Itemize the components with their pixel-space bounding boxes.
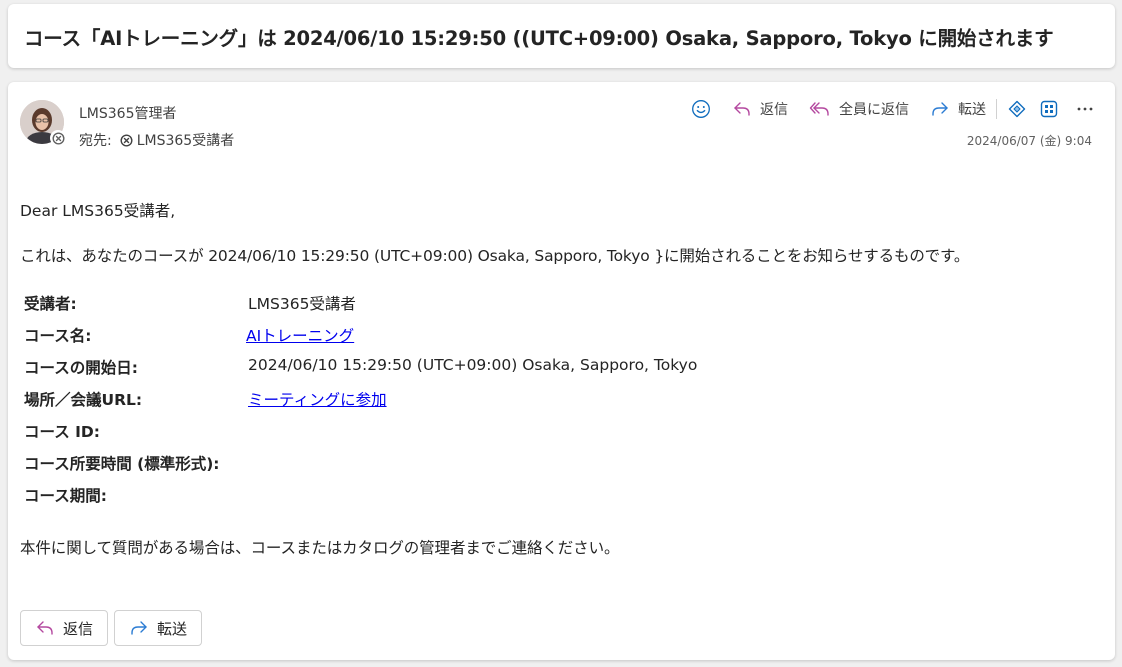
loop-icon xyxy=(1008,100,1026,118)
reply-icon xyxy=(734,102,750,116)
footer-forward-button[interactable]: 転送 xyxy=(114,610,203,646)
footer-reply-label: 返信 xyxy=(63,619,94,638)
detail-key: コース ID: xyxy=(24,423,100,441)
loop-button[interactable] xyxy=(1007,99,1027,119)
presence-offline-icon xyxy=(50,130,66,146)
intro-paragraph: これは、あなたのコースが 2024/06/10 15:29:50 (UTC+09… xyxy=(20,247,970,265)
detail-value: LMS365受講者 xyxy=(248,295,356,313)
recipient-name[interactable]: LMS365受講者 xyxy=(137,130,235,150)
apps-button[interactable] xyxy=(1039,99,1059,119)
detail-key: コース所要時間 (標準形式): xyxy=(24,455,220,473)
message-timestamp: 2024/06/07 (金) 9:04 xyxy=(966,134,1092,148)
detail-key: 受講者: xyxy=(24,295,77,313)
forward-label: 転送 xyxy=(958,102,986,118)
recipient-offline-icon xyxy=(120,133,133,147)
greeting: Dear LMS365受講者, xyxy=(20,202,176,220)
footer-forward-label: 転送 xyxy=(157,619,188,638)
emoji-reaction-button[interactable] xyxy=(691,99,711,119)
footer-actions: 返信 転送 xyxy=(20,610,203,646)
smiley-icon xyxy=(692,100,710,118)
toolbar-divider xyxy=(996,99,997,119)
detail-value: 2024/06/10 15:29:50 (UTC+09:00) Osaka, S… xyxy=(248,356,698,374)
apps-icon xyxy=(1040,100,1058,118)
detail-key: コースの開始日: xyxy=(24,359,138,377)
forward-button[interactable]: 転送 xyxy=(930,99,986,119)
email-subject: コース「AIトレーニング」は 2024/06/10 15:29:50 ((UTC… xyxy=(24,26,1054,50)
reply-button[interactable]: 返信 xyxy=(732,99,788,119)
reply-icon xyxy=(37,621,53,635)
subject-bar: コース「AIトレーニング」は 2024/06/10 15:29:50 ((UTC… xyxy=(8,4,1115,68)
message-card: LMS365管理者 宛先: LMS365受講者 返信 全員に返信 転送 2024… xyxy=(8,82,1115,660)
recipients-line: 宛先: LMS365受講者 xyxy=(79,130,234,150)
more-options-button[interactable] xyxy=(1075,99,1095,119)
reply-all-icon xyxy=(809,102,829,116)
detail-key: コース名: xyxy=(24,327,92,345)
join-meeting-link[interactable]: ミーティングに参加 xyxy=(248,391,387,409)
reply-label: 返信 xyxy=(760,102,788,118)
forward-icon xyxy=(131,621,147,635)
reply-all-button[interactable]: 全員に返信 xyxy=(809,99,909,119)
course-link[interactable]: AIトレーニング xyxy=(246,327,354,345)
more-horizontal-icon xyxy=(1077,107,1093,111)
sender-avatar-wrapper[interactable] xyxy=(20,100,66,146)
detail-key: コース期間: xyxy=(24,487,107,505)
sender-name[interactable]: LMS365管理者 xyxy=(79,103,177,123)
footer-reply-button[interactable]: 返信 xyxy=(20,610,109,646)
to-label: 宛先: xyxy=(79,133,112,149)
reply-all-label: 全員に返信 xyxy=(839,102,909,118)
forward-icon xyxy=(932,102,948,116)
detail-key: 場所／会議URL: xyxy=(24,391,143,409)
message-actions: 返信 全員に返信 転送 xyxy=(679,95,1095,123)
closing-paragraph: 本件に関して質問がある場合は、コースまたはカタログの管理者までご連絡ください。 xyxy=(20,539,620,557)
